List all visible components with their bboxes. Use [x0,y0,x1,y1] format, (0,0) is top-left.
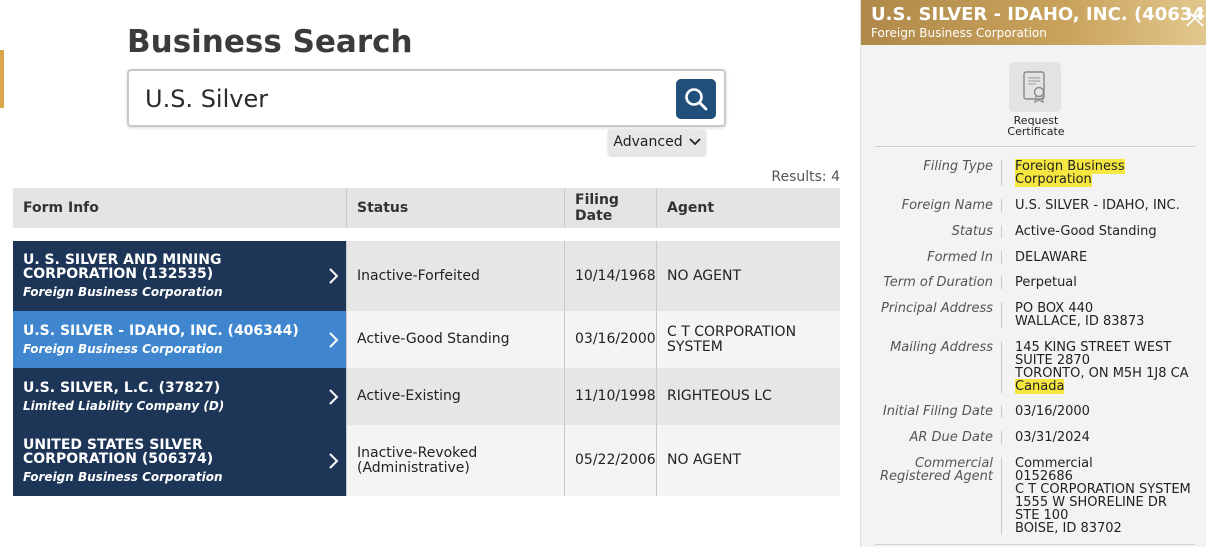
column-header-form-info[interactable]: Form Info [13,188,347,228]
entity-type: Foreign Business Corporation [23,341,223,356]
form-info-cell[interactable]: UNITED STATES SILVER CORPORATION (506374… [13,425,347,496]
detail-panel: U.S. SILVER - IDAHO, INC. (406344) Forei… [860,0,1206,547]
column-header-status[interactable]: Status [347,188,565,228]
advanced-label: Advanced [613,134,683,150]
field-label: Mailing Address [890,340,993,355]
field-label: Initial Filing Date [882,404,993,419]
entity-type: Foreign Business Corporation [23,285,223,300]
search-input[interactable] [145,83,665,115]
field-value: PO BOX 440 WALLACE, ID 83873 [1001,302,1201,328]
value-line: Canada [1015,379,1065,394]
field-label: Status [951,224,993,239]
form-info-cell[interactable]: U. S. SILVER AND MINING CORPORATION (132… [13,241,347,311]
column-header-filing-date[interactable]: Filing Date [565,188,657,228]
entity-name: U. S. SILVER AND MINING CORPORATION (132… [23,252,222,283]
agent-cell: RIGHTEOUS LC [667,388,772,405]
divider [875,544,1195,545]
field-value: DELAWARE [1001,251,1201,264]
page: Business Search Advanced Results: 4 Form… [0,0,1206,547]
table-row[interactable]: U. S. SILVER AND MINING CORPORATION (132… [13,241,840,311]
field-value: Active-Good Standing [1001,225,1201,238]
field-label: Principal Address [880,301,993,316]
value-line: BOISE, ID 83702 [1015,521,1122,536]
field-label: Formed In [927,250,993,265]
table-header: Form Info Status Filing Date Agent [13,188,840,228]
agent-cell: NO AGENT [667,267,741,284]
chevron-right-icon [329,268,339,284]
results-table: Form Info Status Filing Date Agent U. S.… [13,188,840,496]
close-icon[interactable] [1183,6,1206,30]
agent-cell: C T CORPORATION SYSTEM [667,323,797,355]
table-row[interactable]: U.S. SILVER, L.C. (37827) Limited Liabil… [13,368,840,425]
advanced-search-button[interactable]: Advanced [608,129,706,155]
filing-date-cell: 03/16/2000 [565,311,657,368]
filing-date-cell: 10/14/1968 [565,241,657,311]
value-line: Corporation [1015,172,1092,187]
table-row[interactable]: UNITED STATES SILVER CORPORATION (506374… [13,425,840,496]
entity-type: Limited Liability Company (D) [23,398,225,413]
agent-cell: NO AGENT [667,452,741,469]
search-box [127,69,726,127]
results-count: Results: 4 [771,169,840,185]
field-label: Term of Duration [883,275,993,290]
chevron-right-icon [329,388,339,405]
field-label: AR Due Date [909,430,993,445]
request-certificate-button[interactable] [1009,62,1061,112]
detail-title: U.S. SILVER - IDAHO, INC. (406344) [871,4,1206,25]
field-label: Filing Type [923,159,993,174]
certificate-icon [1023,71,1045,104]
field-label: Commercial Registered Agent [861,457,993,483]
request-certificate-label: Request Certificate [1007,114,1065,138]
table-row[interactable]: U.S. SILVER - IDAHO, INC. (406344) Forei… [13,311,840,368]
filing-date-cell: 11/10/1998 [565,368,657,425]
form-info-cell[interactable]: U.S. SILVER - IDAHO, INC. (406344) Forei… [13,311,347,368]
field-value: Commercial 0152686 C T CORPORATION SYSTE… [1001,457,1201,535]
chevron-down-icon [688,138,701,146]
entity-name: UNITED STATES SILVER CORPORATION (506374… [23,436,214,467]
entity-name: U.S. SILVER - IDAHO, INC. (406344) [23,322,299,339]
entity-type: Foreign Business Corporation [23,469,223,484]
field-value: U.S. SILVER - IDAHO, INC. [1001,199,1201,212]
chevron-right-icon [329,331,339,348]
field-value: 03/16/2000 [1001,405,1201,418]
field-value: Perpetual [1001,276,1201,289]
status-cell: Inactive-Forfeited [347,241,565,311]
status-cell: Inactive-Revoked (Administrative) [347,425,565,496]
filing-date-cell: 05/22/2006 [565,425,657,496]
page-title: Business Search [127,24,413,60]
search-button[interactable] [676,79,716,119]
label-line: Registered Agent [880,469,993,484]
form-info-cell[interactable]: U.S. SILVER, L.C. (37827) Limited Liabil… [13,368,347,425]
chevron-right-icon [329,452,339,469]
value-line: WALLACE, ID 83873 [1015,314,1145,329]
status-cell: Active-Existing [347,368,565,425]
column-header-agent[interactable]: Agent [657,188,840,228]
search-icon [685,88,708,111]
entity-name: U.S. SILVER, L.C. (37827) [23,379,221,396]
field-value: Foreign Business Corporation [1001,159,1201,187]
field-label: Foreign Name [901,198,993,213]
detail-panel-header: U.S. SILVER - IDAHO, INC. (406344) Forei… [861,0,1206,45]
left-edge-tab[interactable] [0,50,4,108]
divider [875,146,1195,147]
detail-subtitle: Foreign Business Corporation [871,26,1047,40]
field-value: 03/31/2024 [1001,431,1201,444]
status-cell: Active-Good Standing [347,311,565,368]
field-value: 145 KING STREET WEST SUITE 2870 TORONTO,… [1001,341,1201,394]
